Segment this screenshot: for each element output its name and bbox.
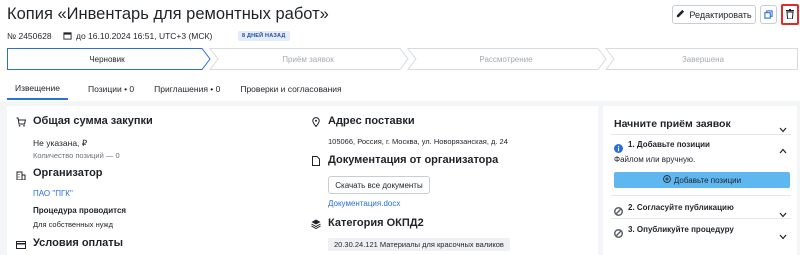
add-positions-label: Добавьте позиции [673,175,742,185]
chevron-down-icon[interactable] [779,120,787,138]
payment-heading: Условия оплаты [33,237,124,249]
step1-desc: Файлом или вручную. [614,155,696,164]
organizer-link[interactable]: ПАО "ПГК" [33,189,73,198]
edit-button[interactable]: Редактировать [672,5,756,24]
divider [611,195,791,196]
add-positions-button[interactable]: Добавьте позиции [614,172,790,188]
doc-link[interactable]: Документация.docx [328,199,400,208]
deadline: до 16.10.2024 16:51, UTC+3 (МСК) [63,30,212,42]
pencil-icon [676,9,685,20]
step-draft: Черновик [89,54,125,64]
amount-heading: Общая сумма закупки [33,115,153,127]
download-all-button[interactable]: Скачать все документы [328,176,430,194]
tab-checks[interactable]: Проверки и согласования [240,78,341,100]
procedure-label: Процедура проводится [33,206,127,215]
procedure-value: Для собственных нужд [33,220,113,229]
plus-circle-icon [663,175,671,185]
side-title: Начните приём заявок [614,118,731,130]
step1-title: 1. Добавьте позиции [628,140,710,149]
stage-stepper: Черновик Приём заявок Рассмотрение Завер… [7,48,798,70]
copy-icon [764,6,773,24]
step2-title: 2. Согласуйте публикацию [628,203,734,212]
chevron-down-icon[interactable] [779,205,787,223]
tab-notice[interactable]: Извещение [7,78,68,100]
deadline-text: до 16.10.2024 16:51, UTC+3 (МСК) [76,31,213,41]
location-pin-icon [311,117,321,127]
address-value: 105066, Россия, г. Москва, ул. Новорязан… [328,137,508,146]
page-title: Копия «Инвентарь для ремонтных работ» [7,5,329,23]
amount-value: Не указана, ₽ [33,138,88,148]
organizer-heading: Организатор [33,167,103,179]
divider [611,218,791,219]
category-icon [311,219,321,229]
cart-icon [16,117,26,127]
calendar-icon [63,31,72,42]
delete-button[interactable] [781,4,799,25]
tab-invitations[interactable]: Приглашения • 0 [154,78,220,100]
blocked-icon [614,225,623,243]
okpd-heading: Категория ОКПД2 [328,217,424,229]
chevron-up-icon[interactable] [779,141,787,159]
divider [611,134,791,135]
positions-count: Количество позиций — 0 [33,151,120,160]
edit-button-label: Редактировать [689,9,752,20]
address-heading: Адрес поставки [328,115,415,127]
card-icon [16,240,26,250]
notice-card [7,106,598,255]
building-icon [16,170,26,180]
okpd-chip: 20.30.24.121 Материалы для красочных вал… [328,238,510,251]
step-accepting: Приём заявок [282,54,334,64]
tab-bar: Извещение Позиции • 0 Приглашения • 0 Пр… [7,78,362,100]
document-icon [311,156,321,166]
step-review: Рассмотрение [479,54,533,64]
copy-button[interactable] [760,5,777,24]
step-finished: Завершена [681,54,725,64]
step3-title: 3. Опубликуйте процедуру [628,225,734,234]
procedure-number: № 2450628 [7,31,52,41]
tab-positions[interactable]: Позиции • 0 [88,78,134,100]
docs-heading: Документация от организатора [328,154,499,166]
chevron-down-icon[interactable] [779,227,787,245]
trash-icon [786,6,794,24]
status-badge: 8 ДНЕЙ НАЗАД [238,31,290,41]
